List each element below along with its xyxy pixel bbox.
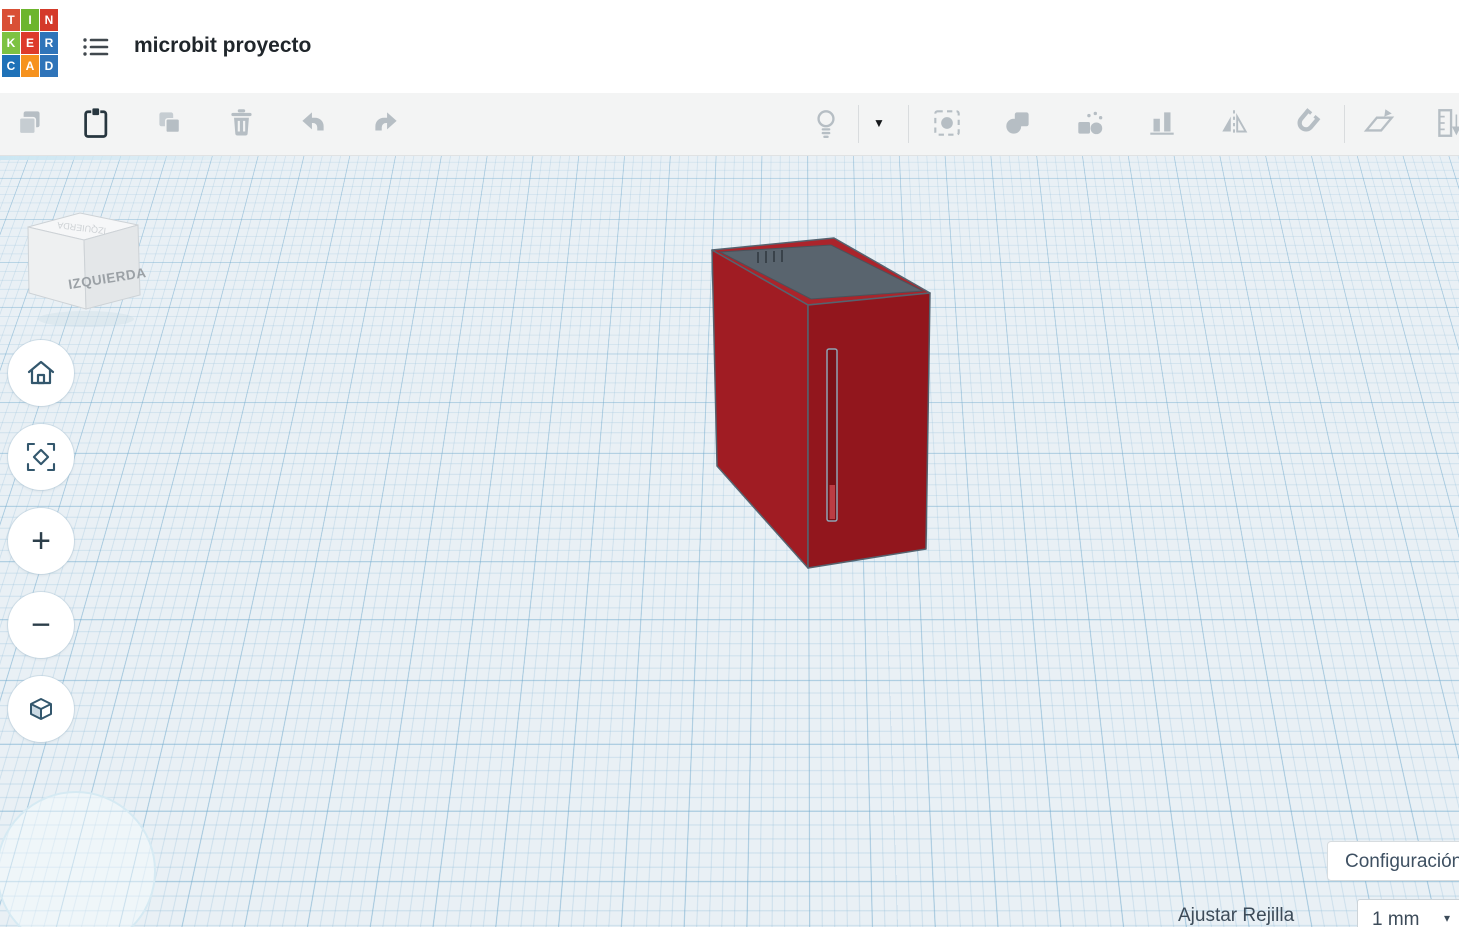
fit-view-button[interactable] <box>8 424 74 490</box>
mirror-icon <box>1222 110 1248 136</box>
trash-icon <box>231 109 252 136</box>
design-title[interactable]: microbit proyecto <box>134 34 311 58</box>
view-cube[interactable]: IZQUIERDA IZQUIERDA <box>20 197 155 337</box>
logo-tile: I <box>21 9 39 31</box>
zoom-in-button[interactable]: + <box>8 508 74 574</box>
mirror-button[interactable] <box>1216 103 1252 143</box>
plus-icon: + <box>31 522 51 560</box>
magnet-icon <box>1297 108 1321 132</box>
group-icon <box>1006 112 1029 134</box>
select-caret-icon: ▾ <box>1444 911 1451 925</box>
home-view-button[interactable] <box>8 340 74 406</box>
undo-button[interactable] <box>295 103 331 143</box>
snap-grid-select[interactable]: 1 mm ▾ <box>1357 899 1459 927</box>
select-button[interactable] <box>929 103 965 143</box>
logo-tile: C <box>2 55 20 77</box>
align-icon <box>1150 112 1174 135</box>
ungroup-button[interactable] <box>1072 103 1108 143</box>
workplane-canvas[interactable]: IZQUIERDA IZQUIERDA + − Configuración Aj… <box>0 155 1459 927</box>
toolbar-divider <box>1344 105 1345 143</box>
perspective-toggle-button[interactable] <box>8 676 74 742</box>
tinkercad-logo[interactable]: T I N K E R C A D <box>2 9 58 77</box>
grid-settings-button[interactable]: Configuración <box>1327 841 1459 881</box>
chevron-down-icon: ▼ <box>873 116 885 130</box>
delete-button[interactable] <box>224 103 260 143</box>
toolbar: ▼ <box>0 93 1459 156</box>
logo-tile: A <box>21 55 39 77</box>
model-slot-fill <box>829 485 835 519</box>
workplane-icon <box>1363 109 1395 132</box>
fit-view-icon <box>26 442 56 472</box>
copy-icon <box>18 111 40 135</box>
copy-button[interactable] <box>12 103 48 143</box>
snap-grid-label: Ajustar Rejilla <box>1178 905 1295 926</box>
redo-button[interactable] <box>368 103 404 143</box>
duplicate-icon <box>159 112 181 134</box>
toolbar-divider <box>858 105 859 143</box>
perspective-cube-icon <box>30 698 52 720</box>
ungroup-icon <box>1078 111 1103 135</box>
duplicate-button[interactable] <box>152 103 188 143</box>
snap-grid-value: 1 mm <box>1372 909 1420 927</box>
home-icon <box>27 360 55 385</box>
logo-tile: E <box>21 32 39 54</box>
ruler-button[interactable] <box>1432 103 1459 143</box>
minus-icon: − <box>31 606 51 644</box>
paste-icon <box>84 108 108 138</box>
logo-tile: K <box>2 32 20 54</box>
logo-tile: N <box>40 9 58 31</box>
toolbar-divider <box>908 105 909 143</box>
show-all-button[interactable] <box>808 103 844 143</box>
undo-icon <box>302 112 324 131</box>
list-menu-icon <box>83 38 109 56</box>
group-button[interactable] <box>1000 103 1036 143</box>
workplane-button[interactable] <box>1361 103 1397 143</box>
selection-box-icon <box>934 110 960 136</box>
ruler-icon <box>1438 109 1459 137</box>
snap-button[interactable] <box>1288 103 1324 143</box>
redo-icon <box>375 112 397 131</box>
visibility-dropdown-button[interactable]: ▼ <box>866 103 892 143</box>
paste-button[interactable] <box>80 103 116 143</box>
menu-button[interactable] <box>82 34 112 62</box>
align-button[interactable] <box>1144 103 1180 143</box>
logo-tile: T <box>2 9 20 31</box>
header-bar: T I N K E R C A D microbit proyecto <box>0 0 1459 94</box>
zoom-out-button[interactable]: − <box>8 592 74 658</box>
logo-tile: R <box>40 32 58 54</box>
lightbulb-icon <box>817 110 835 138</box>
logo-tile: D <box>40 55 58 77</box>
